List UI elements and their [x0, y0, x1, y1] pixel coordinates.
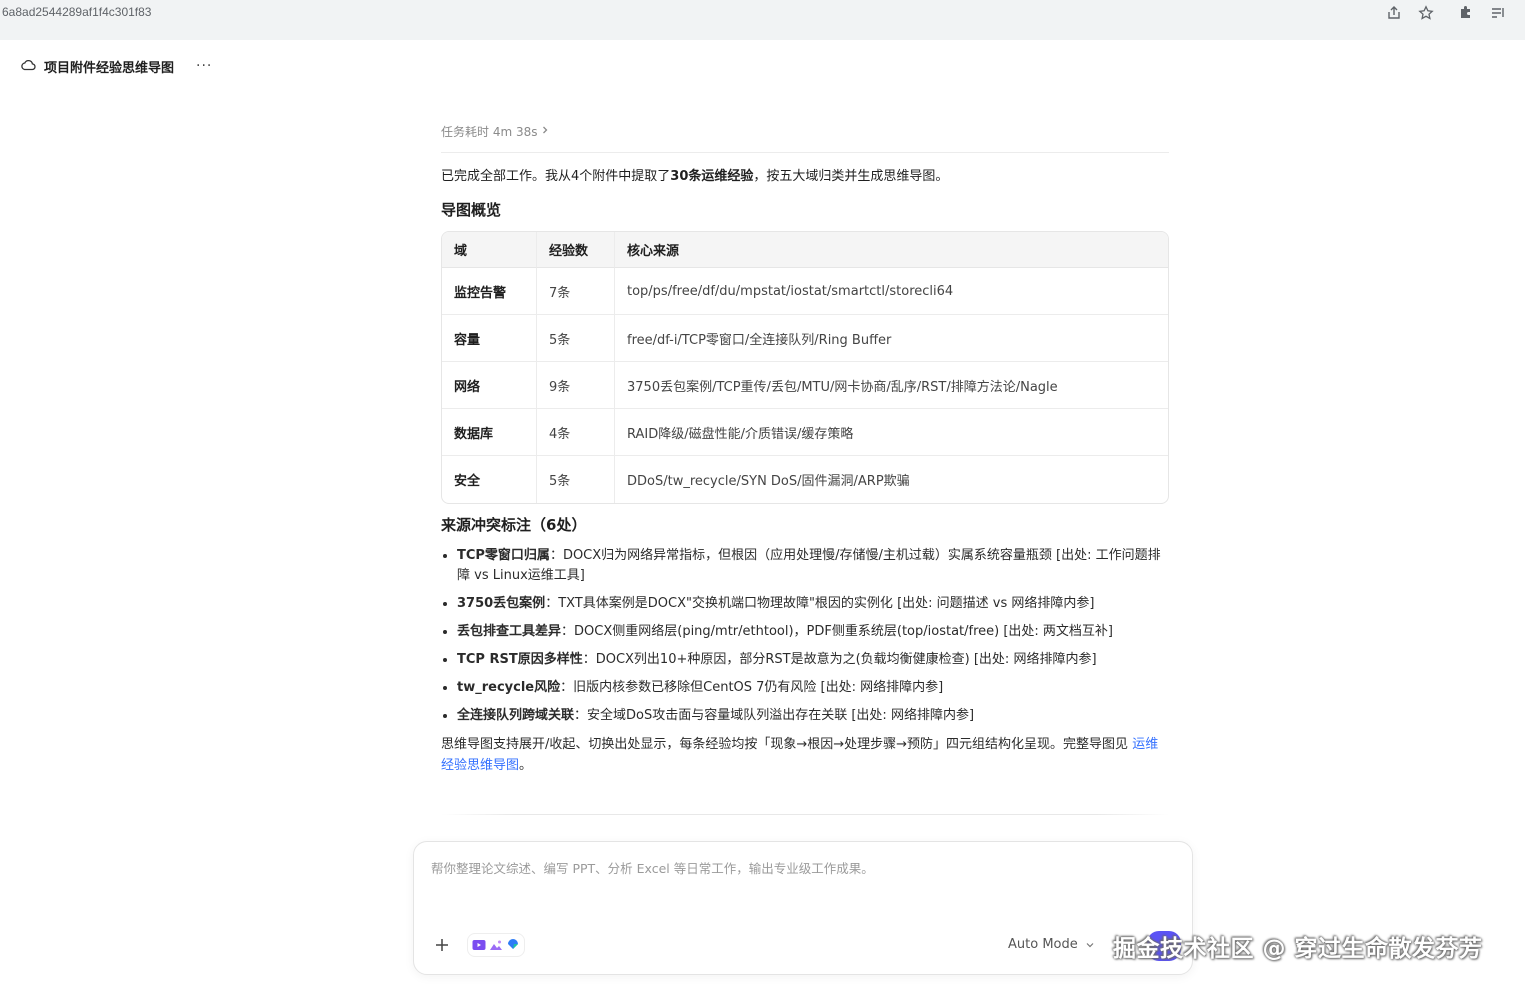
page-title: 项目附件经验思维导图	[44, 60, 175, 76]
list-item: 丢包排查工具差异：DOCX侧重网络层(ping/mtr/ethtool)，PDF…	[457, 622, 1169, 642]
source-cell: top/ps/free/df/du/mpstat/iostat/smartctl…	[614, 268, 1168, 315]
column-header: 核心来源	[614, 232, 1168, 268]
source-cell: free/df-i/TCP零窗口/全连接队列/Ring Buffer	[614, 315, 1168, 362]
footer-end: 。	[519, 758, 533, 773]
video-icon	[472, 936, 486, 955]
domain-cell: 安全	[454, 474, 481, 489]
table-row: 网络 9条 3750丢包案例/TCP重传/丢包/MTU/网卡协商/乱序/RST/…	[442, 362, 1168, 409]
count-cell: 5条	[536, 456, 614, 503]
mode-label: Auto Mode	[1008, 937, 1078, 952]
conflict-text: ：TXT具体案例是DOCX"交换机端口物理故障"根因的实例化 [出处: 问题描述…	[545, 596, 1095, 611]
add-attachment-button[interactable]	[432, 935, 452, 955]
address-bar[interactable]: 6a8ad2544289af1f4c301f83	[0, 0, 1445, 26]
count-cell: 4条	[536, 409, 614, 456]
conflict-text: ：DOCX归为网络异常指标，但根因（应用处理慢/存储慢/主机过载）实属系统容量瓶…	[457, 548, 1161, 583]
app-surface: 项目附件经验思维导图 ··· 任务耗时 4m 38s 已完成全部工作。我从4个附…	[0, 40, 1525, 987]
more-options-button[interactable]: ···	[196, 58, 212, 74]
domain-cell: 数据库	[442, 409, 536, 456]
reading-list-icon[interactable]	[1488, 3, 1508, 23]
summary-text: 已完成全部工作。我从4个附件中提取了30条运维经验，按五大域归类并生成思维导图。	[441, 167, 1169, 187]
conflict-text: ：安全域DoS攻击面与容量域队列溢出存在关联 [出处: 网络排障内参]	[574, 708, 975, 723]
mode-selector[interactable]: Auto Mode	[1008, 937, 1094, 952]
conflict-text: ：DOCX列出10+种原因，部分RST是故意为之(负载均衡健康检查) [出处: …	[582, 652, 1097, 667]
conflicts-heading: 来源冲突标注（6处）	[441, 516, 587, 534]
chevron-down-icon	[1086, 937, 1094, 952]
summary-prefix: 已完成全部工作。我从4个附件中提取了	[441, 169, 671, 184]
task-duration-label: 任务耗时 4m 38s	[441, 124, 538, 139]
footer-text: 思维导图支持展开/收起、切换出处显示，每条经验均按「现象→根因→处理步骤→预防」…	[441, 734, 1169, 776]
divider	[441, 152, 1169, 153]
share-icon[interactable]	[1384, 3, 1404, 23]
list-item: 全连接队列跨域关联：安全域DoS攻击面与容量域队列溢出存在关联 [出处: 网络排…	[457, 706, 1169, 726]
column-header: 经验数	[536, 232, 614, 268]
conflicts-list: TCP零窗口归属：DOCX归为网络异常指标，但根因（应用处理慢/存储慢/主机过载…	[441, 546, 1169, 726]
conflict-label: 3750丢包案例	[457, 596, 546, 611]
domain-cell: 监控告警	[442, 268, 536, 315]
chat-message: 任务耗时 4m 38s 已完成全部工作。我从4个附件中提取了30条运维经验，按五…	[441, 120, 1169, 776]
summary-highlight: 30条运维经验	[670, 169, 754, 184]
chevron-right-icon	[541, 124, 549, 138]
list-item: TCP RST原因多样性：DOCX列出10+种原因，部分RST是故意为之(负载均…	[457, 650, 1169, 670]
count-cell: 7条	[536, 268, 614, 315]
tools-selector[interactable]	[467, 933, 525, 957]
overview-heading: 导图概览	[441, 201, 502, 219]
summary-suffix: ，按五大域归类并生成思维导图。	[753, 169, 949, 184]
app-logo-icon	[506, 936, 520, 955]
extension-icon[interactable]	[1456, 3, 1476, 23]
task-duration[interactable]: 任务耗时 4m 38s	[441, 120, 1169, 142]
watermark: 掘金技术社区 @ 穿过生命散发芬芳	[1113, 936, 1483, 962]
count-cell: 5条	[536, 315, 614, 362]
list-item: tw_recycle风险：旧版内核参数已移除但CentOS 7仍有风险 [出处:…	[457, 678, 1169, 698]
column-header: 域	[442, 232, 536, 268]
cloud-icon	[20, 57, 36, 76]
conflict-label: TCP RST原因多样性	[457, 652, 583, 667]
chat-composer: Auto Mode	[413, 841, 1193, 975]
list-item: 3750丢包案例：TXT具体案例是DOCX"交换机端口物理故障"根因的实例化 […	[457, 594, 1169, 614]
list-item: TCP零窗口归属：DOCX归为网络异常指标，但根因（应用处理慢/存储慢/主机过载…	[457, 546, 1169, 586]
star-icon[interactable]	[1416, 3, 1436, 23]
source-cell: RAID降级/磁盘性能/介质错误/缓存策略	[614, 409, 1168, 456]
prompt-input[interactable]	[429, 856, 1169, 906]
image-icon	[489, 936, 503, 955]
count-cell: 9条	[536, 362, 614, 409]
browser-toolbar: 6a8ad2544289af1f4c301f83	[0, 0, 1525, 40]
conflict-text: ：DOCX侧重网络层(ping/mtr/ethtool)，PDF侧重系统层(to…	[561, 624, 1114, 639]
conflict-label: 全连接队列跨域关联	[457, 708, 575, 723]
domain-cell: 网络	[442, 362, 536, 409]
source-cell: 3750丢包案例/TCP重传/丢包/MTU/网卡协商/乱序/RST/排障方法论/…	[614, 362, 1168, 409]
conflict-label: 丢包排查工具差异	[457, 624, 562, 639]
table-row: 安全 5条 DDoS/tw_recycle/SYN DoS/固件漏洞/ARP欺骗	[442, 456, 1168, 503]
table-row: 监控告警 7条 top/ps/free/df/du/mpstat/iostat/…	[442, 268, 1168, 315]
url-text: 6a8ad2544289af1f4c301f83	[2, 5, 152, 19]
scroll-divider	[441, 814, 1169, 815]
page-header: 项目附件经验思维导图 ···	[20, 55, 212, 77]
domain-cell: 容量	[442, 315, 536, 362]
table-header-row: 域 经验数 核心来源	[442, 232, 1168, 268]
plus-icon	[435, 935, 449, 955]
table-row: 容量 5条 free/df-i/TCP零窗口/全连接队列/Ring Buffer	[442, 315, 1168, 362]
footer-body: 思维导图支持展开/收起、切换出处显示，每条经验均按「现象→根因→处理步骤→预防」…	[441, 737, 1133, 752]
table-row: 数据库 4条 RAID降级/磁盘性能/介质错误/缓存策略	[442, 409, 1168, 456]
conflict-text: ：旧版内核参数已移除但CentOS 7仍有风险 [出处: 网络排障内参]	[560, 680, 944, 695]
conflict-label: TCP零窗口归属	[457, 548, 550, 563]
overview-table: 域 经验数 核心来源 监控告警 7条 top/ps/free/df/du/mps…	[441, 231, 1169, 504]
conflict-label: tw_recycle风险	[457, 680, 561, 695]
source-cell: DDoS/tw_recycle/SYN DoS/固件漏洞/ARP欺骗	[614, 456, 1168, 503]
